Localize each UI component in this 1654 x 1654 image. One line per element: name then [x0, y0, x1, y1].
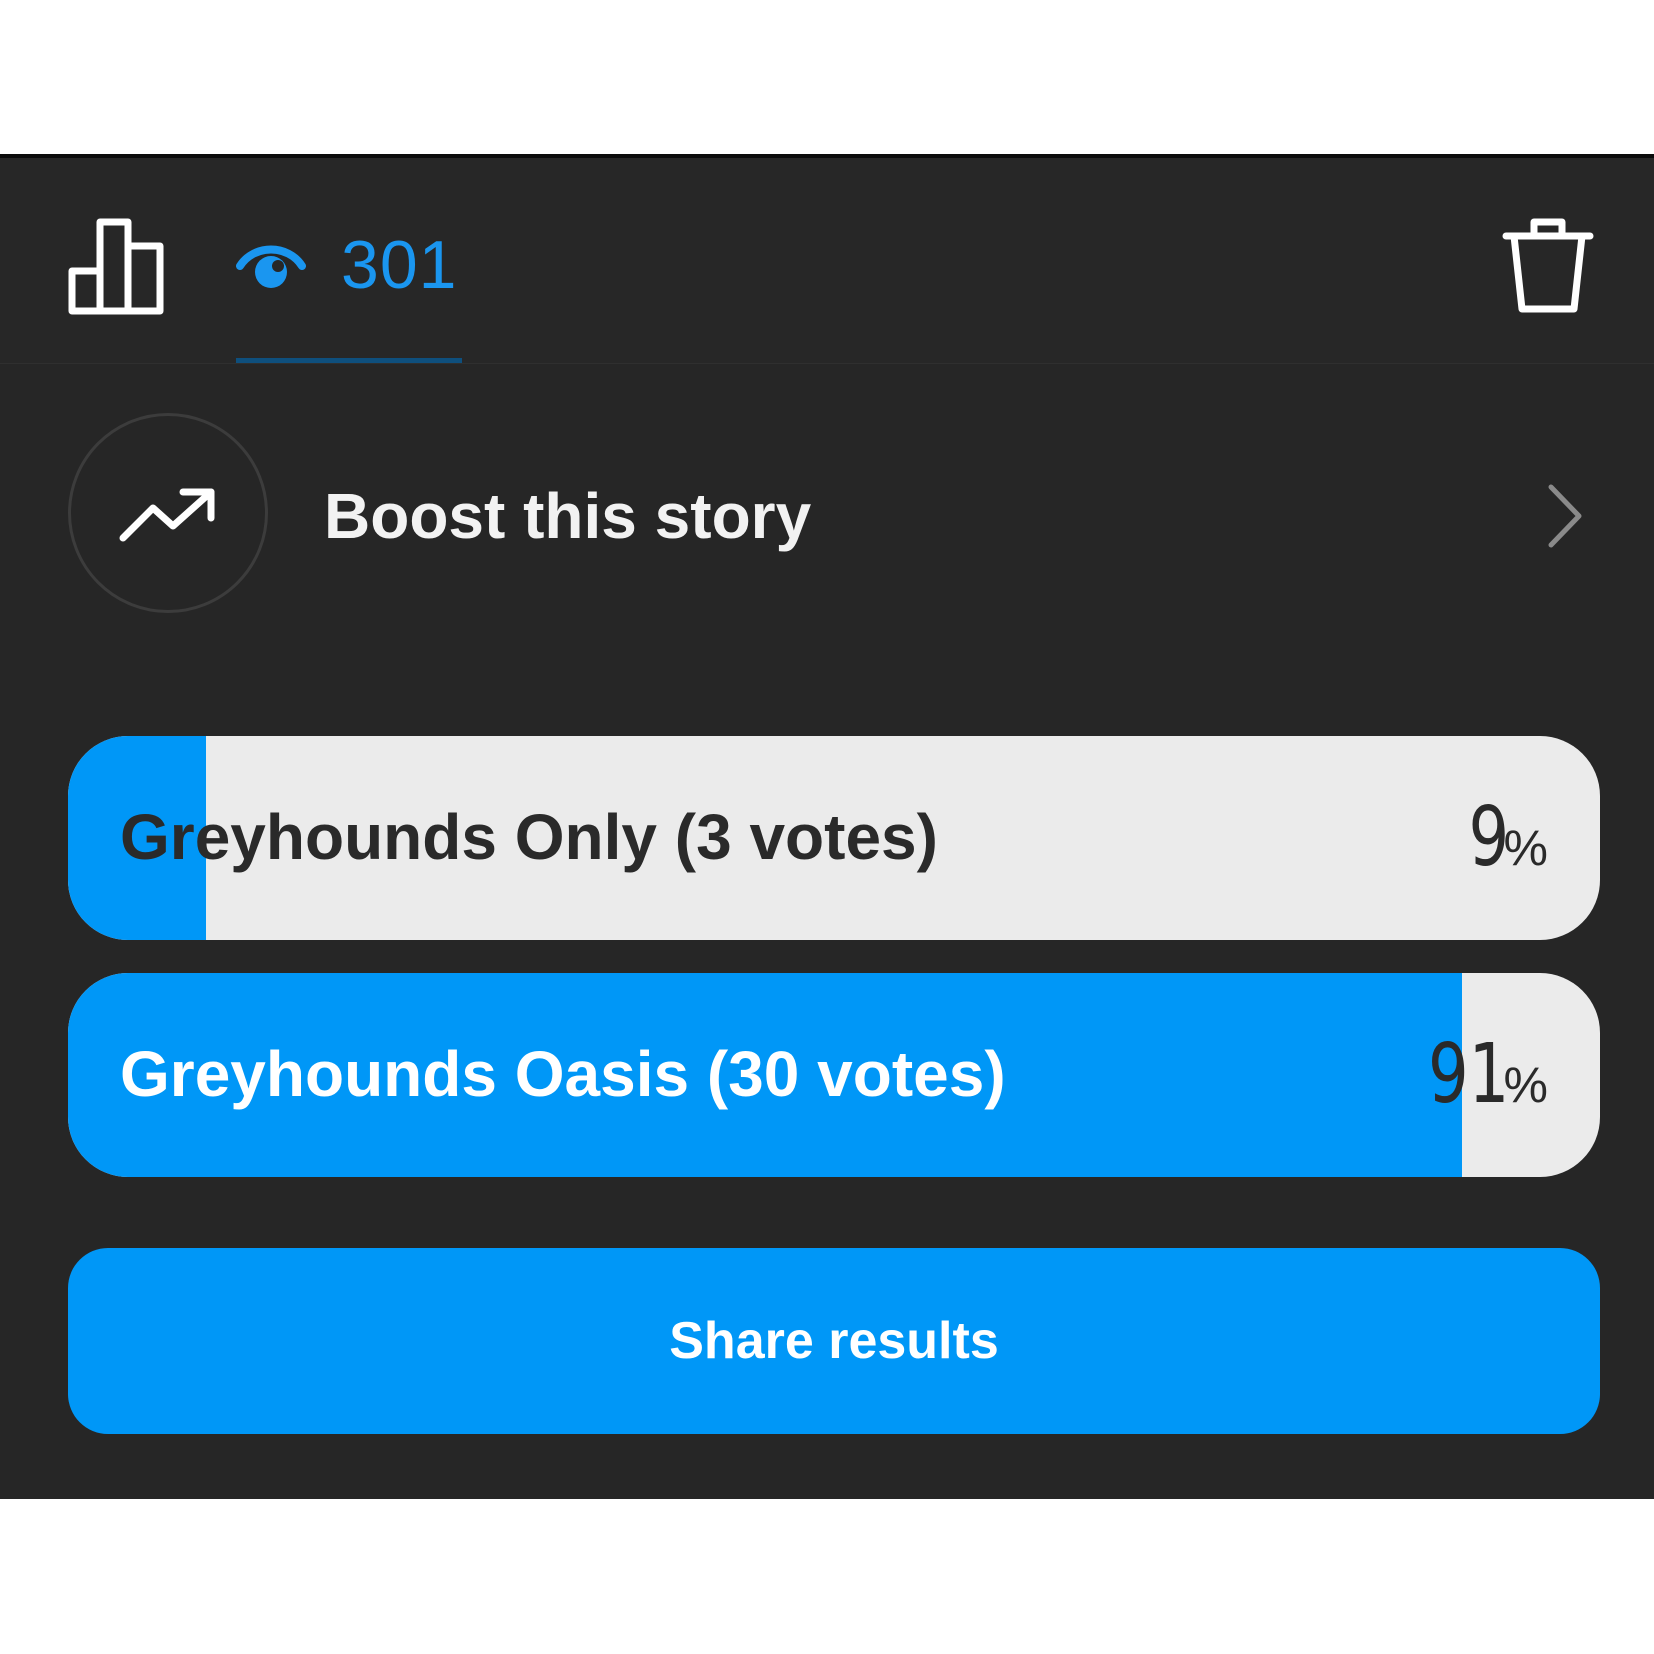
poll-option-1[interactable]: Greyhounds Only (3 votes) 9% [68, 736, 1600, 940]
viewer-count: 301 [341, 227, 458, 303]
poll-percentage-symbol: % [1503, 820, 1548, 876]
poll-percentage: 91% [1405, 1027, 1548, 1122]
poll-percentage-symbol: % [1503, 1057, 1548, 1113]
share-results-button[interactable]: Share results [68, 1248, 1600, 1434]
eye-icon [236, 245, 306, 288]
story-insights-panel: 301 Boost this story Greyhounds Only (3 … [0, 154, 1654, 1499]
active-tab-indicator [236, 358, 462, 363]
share-results-label: Share results [669, 1312, 999, 1370]
trash-icon [1502, 218, 1594, 313]
boost-label: Boost this story [324, 480, 812, 552]
tab-viewers[interactable]: 301 [236, 218, 462, 368]
poll-percentage-value: 91 [1428, 1027, 1510, 1122]
boost-story-row[interactable]: Boost this story [0, 413, 1654, 623]
insights-button[interactable] [68, 216, 168, 316]
poll-option-label: Greyhounds Only (3 votes) [120, 801, 938, 873]
bar-chart-icon [68, 218, 164, 315]
poll-percentage-value: 9 [1468, 790, 1510, 885]
poll-option-2[interactable]: Greyhounds Oasis (30 votes) 91% [68, 973, 1600, 1177]
poll-option-label: Greyhounds Oasis (30 votes) [120, 1038, 1006, 1110]
insights-toolbar: 301 [0, 158, 1654, 364]
boost-icon-circle [68, 413, 268, 613]
trend-up-icon [119, 488, 215, 542]
chevron-right-icon [1548, 484, 1582, 548]
poll-percentage: 9% [1457, 790, 1548, 885]
delete-button[interactable] [1500, 214, 1596, 316]
